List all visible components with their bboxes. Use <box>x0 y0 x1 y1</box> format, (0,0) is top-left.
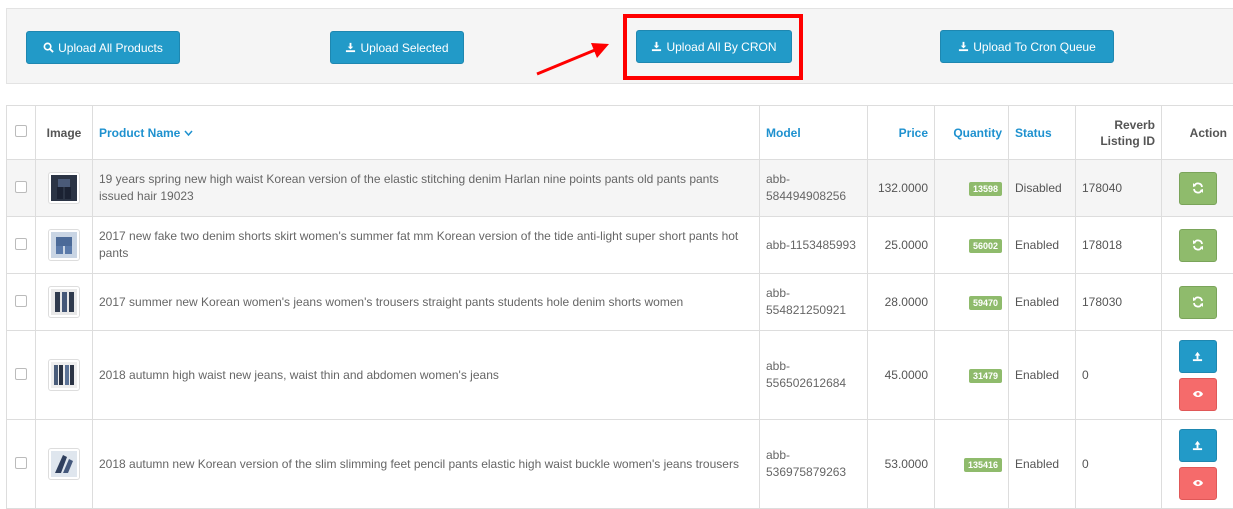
products-table: Image Product Name Model Price Quantity … <box>6 105 1233 509</box>
product-name: 2018 autumn high waist new jeans, waist … <box>93 331 760 420</box>
product-price: 132.0000 <box>868 160 935 217</box>
header-action: Action <box>1162 106 1233 160</box>
upload-button[interactable] <box>1179 429 1217 462</box>
chevron-down-icon <box>184 130 193 137</box>
product-name: 2017 summer new Korean women's jeans wom… <box>93 274 760 331</box>
product-name: 19 years spring new high waist Korean ve… <box>93 160 760 217</box>
upload-selected-button[interactable]: Upload Selected <box>330 31 464 64</box>
annotation-arrow-icon <box>533 38 613 78</box>
product-image-icon <box>51 451 77 477</box>
product-image-icon <box>51 362 77 388</box>
product-name: 2018 autumn new Korean version of the sl… <box>93 420 760 509</box>
product-status: Enabled <box>1009 274 1076 331</box>
product-thumbnail <box>48 286 80 318</box>
quantity-badge: 59470 <box>969 296 1002 310</box>
upload-selected-label: Upload Selected <box>360 41 448 55</box>
product-status: Enabled <box>1009 217 1076 274</box>
table-row: 2018 autumn new Korean version of the sl… <box>7 420 1233 509</box>
product-image-icon <box>51 175 77 201</box>
table-row: 2018 autumn high waist new jeans, waist … <box>7 331 1233 420</box>
listing-id: 178030 <box>1076 274 1162 331</box>
product-status: Enabled <box>1009 420 1076 509</box>
product-status: Disabled <box>1009 160 1076 217</box>
product-thumbnail <box>48 448 80 480</box>
row-checkbox[interactable] <box>15 457 27 469</box>
highlight-box <box>623 14 803 80</box>
sync-button[interactable] <box>1179 229 1217 262</box>
download-icon <box>958 41 969 52</box>
header-status[interactable]: Status <box>1009 106 1076 160</box>
upload-button[interactable] <box>1179 340 1217 373</box>
product-price: 28.0000 <box>868 274 935 331</box>
header-product-name-label: Product Name <box>99 126 180 140</box>
upload-all-products-label: Upload All Products <box>58 41 163 55</box>
quantity-badge: 135416 <box>964 458 1002 472</box>
refresh-icon <box>1192 296 1204 308</box>
listing-id: 0 <box>1076 331 1162 420</box>
header-price[interactable]: Price <box>868 106 935 160</box>
sync-button[interactable] <box>1179 172 1217 205</box>
header-quantity[interactable]: Quantity <box>935 106 1009 160</box>
table-row: 19 years spring new high waist Korean ve… <box>7 160 1233 217</box>
refresh-icon <box>1192 182 1204 194</box>
listing-id: 178018 <box>1076 217 1162 274</box>
download-icon <box>345 42 356 53</box>
select-all-checkbox[interactable] <box>15 125 27 137</box>
product-thumbnail <box>48 172 80 204</box>
eye-icon <box>1192 478 1204 488</box>
product-price: 53.0000 <box>868 420 935 509</box>
upload-to-cron-queue-button[interactable]: Upload To Cron Queue <box>940 30 1114 63</box>
product-name: 2017 new fake two denim shorts skirt wom… <box>93 217 760 274</box>
table-row: 2017 new fake two denim shorts skirt wom… <box>7 217 1233 274</box>
sync-button[interactable] <box>1179 286 1217 319</box>
quantity-badge: 13598 <box>969 182 1002 196</box>
upload-to-cron-queue-label: Upload To Cron Queue <box>973 40 1096 54</box>
header-listing-id: Reverb Listing ID <box>1076 106 1162 160</box>
product-price: 45.0000 <box>868 331 935 420</box>
listing-id: 178040 <box>1076 160 1162 217</box>
header-model[interactable]: Model <box>760 106 868 160</box>
product-model: abb-556502612684 <box>760 331 868 420</box>
quantity-badge: 31479 <box>969 369 1002 383</box>
refresh-icon <box>1192 239 1204 251</box>
row-checkbox[interactable] <box>15 238 27 250</box>
header-listing-id-label: Reverb Listing ID <box>1099 117 1155 149</box>
view-button[interactable] <box>1179 378 1217 411</box>
view-button[interactable] <box>1179 467 1217 500</box>
listing-id: 0 <box>1076 420 1162 509</box>
product-model: abb-1153485993 <box>760 217 868 274</box>
product-image-icon <box>51 289 77 315</box>
eye-icon <box>1192 389 1204 399</box>
product-model: abb-536975879263 <box>760 420 868 509</box>
header-image: Image <box>36 106 93 160</box>
product-model: abb-554821250921 <box>760 274 868 331</box>
upload-icon <box>1192 440 1203 451</box>
product-model: abb-584494908256 <box>760 160 868 217</box>
product-status: Enabled <box>1009 331 1076 420</box>
row-checkbox[interactable] <box>15 368 27 380</box>
row-checkbox[interactable] <box>15 181 27 193</box>
quantity-badge: 56002 <box>969 239 1002 253</box>
header-product-name[interactable]: Product Name <box>93 106 760 160</box>
product-price: 25.0000 <box>868 217 935 274</box>
row-checkbox[interactable] <box>15 295 27 307</box>
product-thumbnail <box>48 229 80 261</box>
product-image-icon <box>51 232 77 258</box>
upload-all-products-button[interactable]: Upload All Products <box>26 31 180 64</box>
upload-icon <box>1192 351 1203 362</box>
table-row: 2017 summer new Korean women's jeans wom… <box>7 274 1233 331</box>
search-icon <box>43 42 54 53</box>
product-thumbnail <box>48 359 80 391</box>
